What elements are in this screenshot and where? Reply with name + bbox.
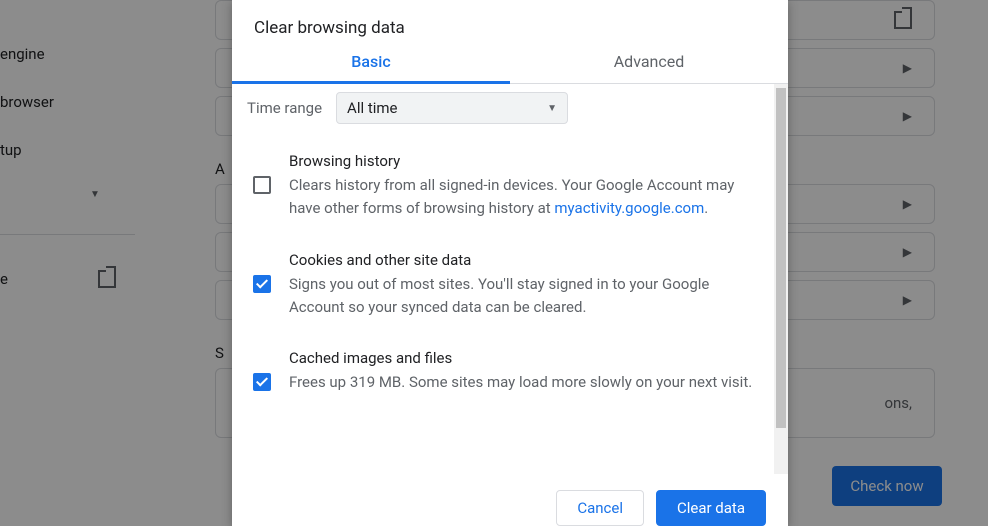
checkbox-cache[interactable] [253, 373, 271, 391]
option-browsing-history: Browsing history Clears history from all… [253, 152, 764, 221]
option-title: Cached images and files [289, 349, 764, 367]
checkbox-cookies[interactable] [253, 275, 271, 293]
option-title: Browsing history [289, 152, 764, 170]
time-range-label: Time range [247, 99, 322, 117]
time-range-row: Time range All time ▼ [247, 92, 764, 124]
option-description: Clears history from all signed-in device… [289, 174, 764, 221]
tab-basic[interactable]: Basic [232, 52, 510, 83]
cancel-button[interactable]: Cancel [556, 490, 644, 526]
option-cache: Cached images and files Frees up 319 MB.… [253, 349, 764, 394]
checkbox-browsing-history[interactable] [253, 176, 271, 194]
tab-advanced[interactable]: Advanced [510, 52, 788, 83]
myactivity-link[interactable]: myactivity.google.com [554, 199, 704, 217]
clear-browsing-data-dialog: Clear browsing data Basic Advanced Time … [232, 0, 788, 526]
option-cookies: Cookies and other site data Signs you ou… [253, 251, 764, 320]
option-title: Cookies and other site data [289, 251, 764, 269]
time-range-select[interactable]: All time ▼ [336, 92, 568, 124]
option-description: Frees up 319 MB. Some sites may load mor… [289, 371, 764, 394]
dialog-scroll-area: Time range All time ▼ Browsing history C… [232, 84, 788, 474]
dialog-tabs: Basic Advanced [232, 52, 788, 84]
time-range-value: All time [347, 99, 397, 117]
scrollbar-thumb[interactable] [776, 88, 786, 428]
scrollbar-track[interactable] [774, 84, 788, 474]
clear-data-button[interactable]: Clear data [656, 490, 766, 526]
dialog-title: Clear browsing data [232, 0, 788, 52]
chevron-down-icon: ▼ [547, 103, 557, 114]
dialog-button-row: Cancel Clear data [232, 474, 788, 526]
option-description: Signs you out of most sites. You'll stay… [289, 273, 764, 320]
